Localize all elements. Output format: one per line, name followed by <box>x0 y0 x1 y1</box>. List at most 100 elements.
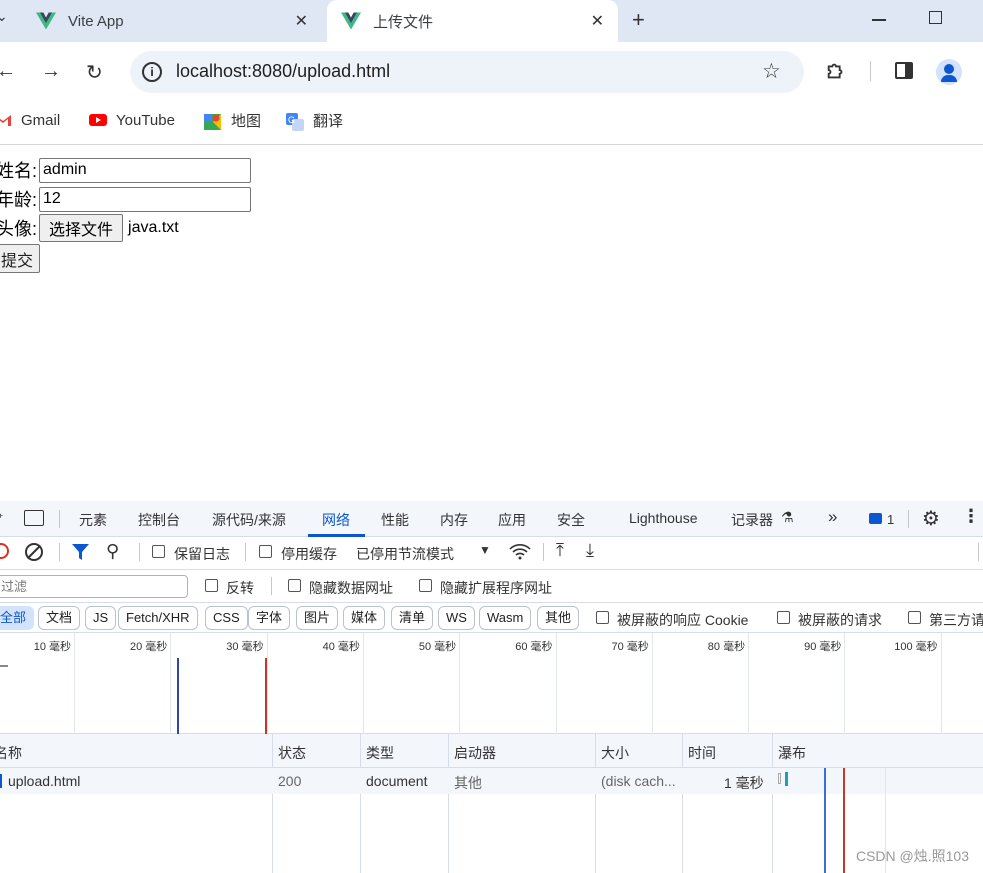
third-party-checkbox[interactable] <box>908 611 921 624</box>
type-chip-font[interactable]: 字体 <box>248 606 291 630</box>
reload-icon[interactable]: ↻ <box>86 60 103 85</box>
column-header-status[interactable]: 状态 <box>278 743 306 763</box>
column-header-name[interactable]: 名称 <box>0 743 22 763</box>
preserve-log-checkbox[interactable] <box>152 545 165 558</box>
hide-extension-urls-checkbox[interactable] <box>419 579 432 592</box>
timeline-tick-label: 100 毫秒 <box>894 641 938 653</box>
network-toolbar <box>0 537 983 570</box>
disable-cache-checkbox[interactable] <box>259 545 272 558</box>
bookmark-maps[interactable]: 地图 <box>204 110 261 130</box>
bookmark-youtube[interactable]: YouTube <box>89 110 175 130</box>
devtools-tab-elements[interactable]: 元素 <box>79 510 107 530</box>
type-chip-media[interactable]: 媒体 <box>343 606 386 630</box>
search-icon[interactable]: ⚲ <box>106 541 119 562</box>
devtools-tab-recorder[interactable]: 记录器 <box>731 510 773 530</box>
type-chip-fetch-xhr[interactable]: Fetch/XHR <box>118 606 198 630</box>
type-chip-ws[interactable]: WS <box>438 606 475 630</box>
column-header-size[interactable]: 大小 <box>601 743 629 763</box>
devtools-tab-sources[interactable]: 源代码/来源 <box>212 510 286 530</box>
column-header-time[interactable]: 时间 <box>688 743 716 763</box>
more-tabs-chevron-icon[interactable]: » <box>828 507 837 527</box>
maximize-window-icon[interactable] <box>929 11 942 24</box>
dom-content-loaded-marker <box>177 658 179 734</box>
export-har-download-icon[interactable]: ⤓ <box>586 540 594 561</box>
devtools-tab-security[interactable]: 安全 <box>557 510 585 530</box>
settings-gear-icon[interactable]: ⚙ <box>922 506 940 531</box>
type-chip-css[interactable]: CSS <box>205 606 248 630</box>
device-toolbar-icon[interactable] <box>24 510 44 526</box>
bookmark-star-icon[interactable]: ☆ <box>762 59 781 84</box>
browser-tab-vite-app[interactable]: Vite App ✕ <box>22 0 322 42</box>
forward-arrow-icon[interactable]: → <box>41 60 61 83</box>
devtools-tab-application[interactable]: 应用 <box>498 510 526 530</box>
back-arrow-icon[interactable]: ← <box>0 60 16 83</box>
timeline-tick-label: 80 毫秒 <box>707 641 746 653</box>
issues-message-icon[interactable] <box>869 513 882 524</box>
filter-input[interactable]: 过滤 <box>0 575 188 598</box>
bookmark-label: 翻译 <box>313 112 344 130</box>
column-header-type[interactable]: 类型 <box>366 743 394 763</box>
dropdown-arrow-icon[interactable]: ▼ <box>479 543 491 557</box>
maps-icon <box>204 113 222 130</box>
browser-tab-upload[interactable]: 上传文件 ✕ <box>327 0 618 42</box>
devtools-tab-memory[interactable]: 内存 <box>440 510 468 530</box>
translate-icon: G <box>286 113 304 131</box>
waterfall-download-bar <box>785 772 788 786</box>
import-har-upload-icon[interactable]: ⤒ <box>556 540 564 561</box>
column-divider <box>272 734 273 873</box>
clear-icon[interactable] <box>25 543 43 561</box>
close-tab-icon[interactable]: ✕ <box>591 11 604 31</box>
timeline-grid-line <box>170 633 172 734</box>
throttling-select[interactable]: 已停用节流模式 <box>356 544 454 564</box>
invert-checkbox[interactable] <box>205 579 218 592</box>
site-info-icon[interactable]: i <box>142 62 162 82</box>
name-input[interactable] <box>39 157 252 183</box>
extensions-puzzle-icon[interactable] <box>825 60 847 82</box>
more-options-icon[interactable]: ⋮ <box>962 506 980 527</box>
blocked-requests-label: 被屏蔽的请求 <box>798 612 882 628</box>
type-chip-js[interactable]: JS <box>85 606 117 630</box>
blocked-cookies-checkbox[interactable] <box>596 611 609 624</box>
type-chip-wasm[interactable]: Wasm <box>479 606 532 630</box>
toolbar-divider <box>978 543 979 561</box>
url-text[interactable]: localhost:8080/upload.html <box>176 61 390 82</box>
close-tab-icon[interactable]: ✕ <box>295 11 308 31</box>
inspect-element-icon[interactable]: ⌖ <box>0 508 3 526</box>
bookmark-gmail[interactable]: Gmail <box>0 110 60 130</box>
type-chip-img[interactable]: 图片 <box>296 606 339 630</box>
network-conditions-wifi-icon[interactable] <box>509 543 531 560</box>
filter-funnel-icon[interactable] <box>72 544 89 560</box>
devtools-tab-performance[interactable]: 性能 <box>381 510 409 530</box>
side-panel-icon[interactable] <box>895 62 913 79</box>
tab-title: 上传文件 <box>373 13 434 31</box>
type-chip-other[interactable]: 其他 <box>537 606 580 630</box>
choose-file-button[interactable]: 选择文件 <box>39 214 124 242</box>
type-chip-all[interactable]: 全部 <box>0 606 35 630</box>
hide-data-urls-checkbox[interactable] <box>288 579 301 592</box>
devtools-tab-network[interactable]: 网络 <box>322 510 350 530</box>
column-header-waterfall[interactable]: 瀑布 <box>778 743 806 763</box>
column-header-initiator[interactable]: 启动器 <box>454 743 496 763</box>
avatar-label: 头像: <box>0 219 38 239</box>
tab-search-chevron-icon[interactable]: ⌄ <box>0 8 12 28</box>
new-tab-plus-icon[interactable]: + <box>632 7 645 33</box>
timeline-grid-line <box>555 633 557 734</box>
devtools-tab-console[interactable]: 控制台 <box>138 510 180 530</box>
submit-button[interactable]: 提交 <box>0 244 41 273</box>
devtools-tab-lighthouse[interactable]: Lighthouse <box>629 510 698 526</box>
form-row-age: 年龄: <box>0 186 252 212</box>
profile-avatar-icon[interactable] <box>936 59 962 85</box>
blocked-requests-checkbox[interactable] <box>777 611 790 624</box>
type-chip-doc[interactable]: 文档 <box>38 606 81 630</box>
issues-count[interactable]: 1 <box>887 512 894 527</box>
age-label: 年龄: <box>0 190 38 210</box>
table-row[interactable] <box>0 768 983 794</box>
type-chip-manifest[interactable]: 清单 <box>391 606 434 630</box>
bookmark-translate[interactable]: G 翻译 <box>286 110 344 131</box>
watermark-text: CSDN @烛.照103 <box>855 848 969 864</box>
disable-cache-label: 停用缓存 <box>281 546 337 562</box>
age-input[interactable] <box>39 186 252 212</box>
minimize-window-icon[interactable] <box>872 19 886 21</box>
request-name[interactable]: upload.html <box>8 773 80 789</box>
name-label: 姓名: <box>0 161 38 181</box>
